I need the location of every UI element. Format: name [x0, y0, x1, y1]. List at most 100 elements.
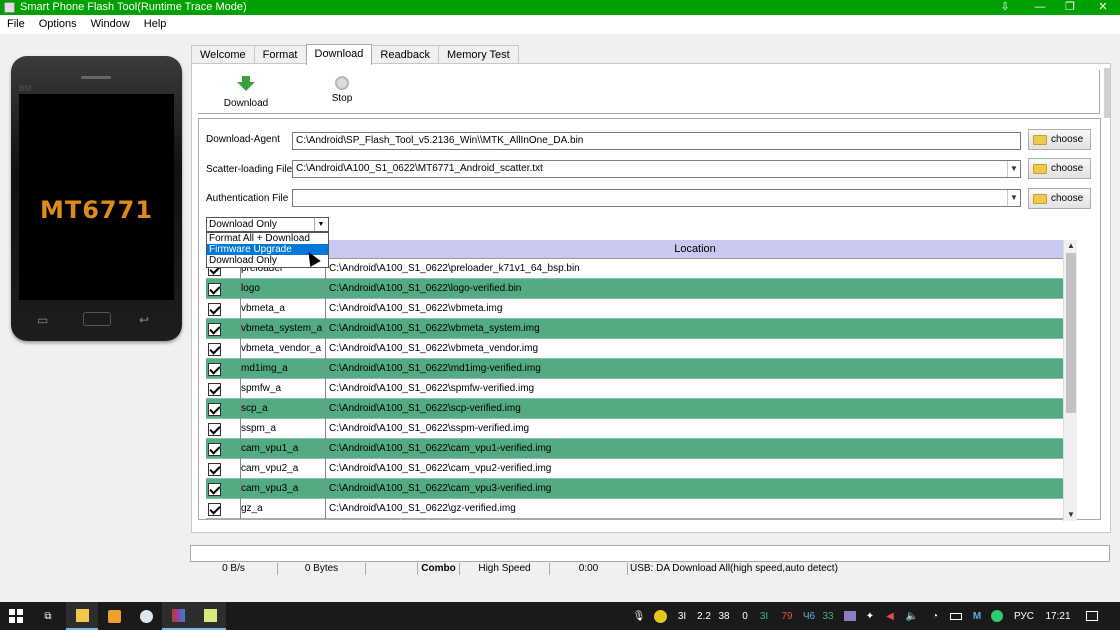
- chevron-down-icon[interactable]: ▼: [1007, 161, 1020, 177]
- phone-illustration: BM MT6771 ▭ ↩: [11, 56, 182, 341]
- partition-location[interactable]: C:\Android\A100_S1_0622\gz-verified.img: [325, 499, 1062, 519]
- cursor-tool-icon[interactable]: ✦: [862, 602, 878, 630]
- row-checkbox[interactable]: [208, 403, 221, 416]
- table-row[interactable]: cam_vpu1_a C:\Android\A100_S1_0622\cam_vp…: [206, 439, 1063, 459]
- partition-location[interactable]: C:\Android\A100_S1_0622\cam_vpu1-verifie…: [325, 439, 1062, 459]
- row-checkbox[interactable]: [208, 383, 221, 396]
- monitor-icon[interactable]: [842, 602, 858, 630]
- microphone-icon[interactable]: 🎙: [632, 602, 646, 630]
- taskbar-archiver[interactable]: [162, 602, 194, 630]
- table-row[interactable]: spmfw_a C:\Android\A100_S1_0622\spmfw-ver…: [206, 379, 1063, 399]
- tab-format[interactable]: Format: [253, 45, 307, 64]
- taskbar-flash-tool[interactable]: [194, 602, 226, 630]
- table-row[interactable]: vbmeta_vendor_a C:\Android\A100_S1_0622\v…: [206, 339, 1063, 359]
- auth-file-field[interactable]: ▼: [292, 189, 1021, 207]
- restore-button[interactable]: ❐: [1055, 0, 1085, 15]
- scatter-file-field[interactable]: C:\Android\A100_S1_0622\MT6771_Android_s…: [292, 160, 1021, 178]
- row-checkbox[interactable]: [208, 443, 221, 456]
- partition-location[interactable]: C:\Android\A100_S1_0622\cam_vpu3-verifie…: [325, 479, 1062, 499]
- minimize-button[interactable]: —: [1025, 0, 1055, 15]
- choose-auth-file-button[interactable]: choose: [1028, 188, 1091, 209]
- choose-download-agent-button[interactable]: choose: [1028, 129, 1091, 150]
- tab-welcome[interactable]: Welcome: [191, 45, 255, 64]
- partition-location[interactable]: C:\Android\A100_S1_0622\spmfw-verified.i…: [325, 379, 1062, 399]
- chevron-down-icon[interactable]: ▼: [314, 218, 327, 231]
- row-checkbox[interactable]: [208, 503, 221, 516]
- partition-location[interactable]: C:\Android\A100_S1_0622\vbmeta_system.im…: [325, 319, 1062, 339]
- alert-icon[interactable]: ◀: [882, 602, 898, 630]
- menu-window[interactable]: Window: [84, 15, 137, 34]
- partition-location[interactable]: C:\Android\A100_S1_0622\logo-verified.bi…: [325, 279, 1062, 299]
- row-checkbox[interactable]: [208, 323, 221, 336]
- malwarebytes-icon[interactable]: M: [968, 602, 986, 630]
- choose-scatter-file-button[interactable]: choose: [1028, 158, 1091, 179]
- tab-readback[interactable]: Readback: [371, 45, 439, 64]
- panel-scrollbar[interactable]: [1104, 68, 1110, 118]
- download-button[interactable]: Download: [221, 74, 271, 109]
- chevron-down-icon[interactable]: ▼: [1007, 190, 1020, 206]
- partition-location[interactable]: C:\Android\A100_S1_0622\md1img-verified.…: [325, 359, 1062, 379]
- scroll-up-icon[interactable]: ▲: [1064, 240, 1078, 252]
- table-row[interactable]: vbmeta_a C:\Android\A100_S1_0622\vbmeta.i…: [206, 299, 1063, 319]
- row-checkbox[interactable]: [208, 483, 221, 496]
- app-icon: [4, 2, 15, 13]
- table-row[interactable]: gz_a C:\Android\A100_S1_0622\gz-verified.…: [206, 499, 1063, 519]
- tab-memory-test[interactable]: Memory Test: [437, 45, 519, 64]
- table-row[interactable]: cam_vpu3_a C:\Android\A100_S1_0622\cam_vp…: [206, 479, 1063, 499]
- play-icon[interactable]: [652, 602, 668, 630]
- volume-icon[interactable]: 🔈: [904, 602, 920, 630]
- table-row[interactable]: scp_a C:\Android\A100_S1_0622\scp-verifie…: [206, 399, 1063, 419]
- menu-options[interactable]: Options: [32, 15, 84, 34]
- tray-readout-5: 3I: [759, 610, 769, 622]
- scroll-down-icon[interactable]: ▼: [1064, 509, 1078, 521]
- phone-speaker: [81, 76, 111, 79]
- task-view-button[interactable]: ⧉: [32, 602, 64, 630]
- folder-icon: [1033, 193, 1047, 204]
- status-time: 0:00: [550, 563, 628, 575]
- download-agent-field[interactable]: C:\Android\SP_Flash_Tool_v5.2136_Win\\MT…: [292, 132, 1021, 150]
- scroll-thumb[interactable]: [1066, 253, 1076, 413]
- pin-icon[interactable]: ⇩: [990, 0, 1020, 15]
- row-checkbox[interactable]: [208, 343, 221, 356]
- notifications-icon[interactable]: [1080, 602, 1104, 630]
- check-icon[interactable]: [988, 602, 1006, 630]
- partition-name: spmfw_a: [240, 379, 325, 399]
- start-button[interactable]: [0, 602, 32, 630]
- table-row[interactable]: md1img_a C:\Android\A100_S1_0622\md1img-v…: [206, 359, 1063, 379]
- taskbar-explorer[interactable]: [66, 602, 98, 630]
- table-row[interactable]: vbmeta_system_a C:\Android\A100_S1_0622\v…: [206, 319, 1063, 339]
- progress-bar: [190, 545, 1110, 562]
- taskbar-browser[interactable]: [130, 602, 162, 630]
- battery-icon[interactable]: [947, 602, 965, 630]
- scatter-file-label: Scatter-loading File: [206, 164, 293, 175]
- table-row[interactable]: sspm_a C:\Android\A100_S1_0622\sspm-verif…: [206, 419, 1063, 439]
- taskbar-media-player[interactable]: [98, 602, 130, 630]
- tray-readout-3: 38: [718, 610, 730, 622]
- partition-location[interactable]: C:\Android\A100_S1_0622\preloader_k71v1_…: [325, 259, 1062, 279]
- stop-button[interactable]: Stop: [326, 74, 358, 104]
- row-checkbox[interactable]: [208, 303, 221, 316]
- language-indicator[interactable]: РУС: [1010, 602, 1038, 630]
- row-checkbox[interactable]: [208, 463, 221, 476]
- wifi-icon[interactable]: ◔: [926, 602, 944, 630]
- tab-download[interactable]: Download: [305, 44, 373, 65]
- close-button[interactable]: ✕: [1088, 0, 1118, 15]
- row-checkbox[interactable]: [208, 423, 221, 436]
- clock[interactable]: 17:21: [1042, 602, 1074, 630]
- download-mode-select[interactable]: Download Only ▼: [206, 217, 329, 232]
- menu-help[interactable]: Help: [137, 15, 174, 34]
- row-checkbox[interactable]: [208, 363, 221, 376]
- location-column-header[interactable]: Location: [326, 240, 1063, 259]
- table-row[interactable]: preloader C:\Android\A100_S1_0622\preload…: [206, 259, 1063, 279]
- table-row[interactable]: logo C:\Android\A100_S1_0622\logo-verifie…: [206, 279, 1063, 299]
- menu-file[interactable]: File: [0, 15, 32, 34]
- table-row[interactable]: cam_vpu2_a C:\Android\A100_S1_0622\cam_vp…: [206, 459, 1063, 479]
- partition-location[interactable]: C:\Android\A100_S1_0622\scp-verified.img: [325, 399, 1062, 419]
- partition-location[interactable]: C:\Android\A100_S1_0622\cam_vpu2-verifie…: [325, 459, 1062, 479]
- partition-location[interactable]: C:\Android\A100_S1_0622\vbmeta_vendor.im…: [325, 339, 1062, 359]
- row-checkbox[interactable]: [208, 283, 221, 296]
- partition-location[interactable]: C:\Android\A100_S1_0622\vbmeta.img: [325, 299, 1062, 319]
- mode-option-format-all[interactable]: Format All + Download: [207, 233, 328, 244]
- partition-location[interactable]: C:\Android\A100_S1_0622\sspm-verified.im…: [325, 419, 1062, 439]
- table-scrollbar[interactable]: ▲ ▼: [1063, 240, 1077, 521]
